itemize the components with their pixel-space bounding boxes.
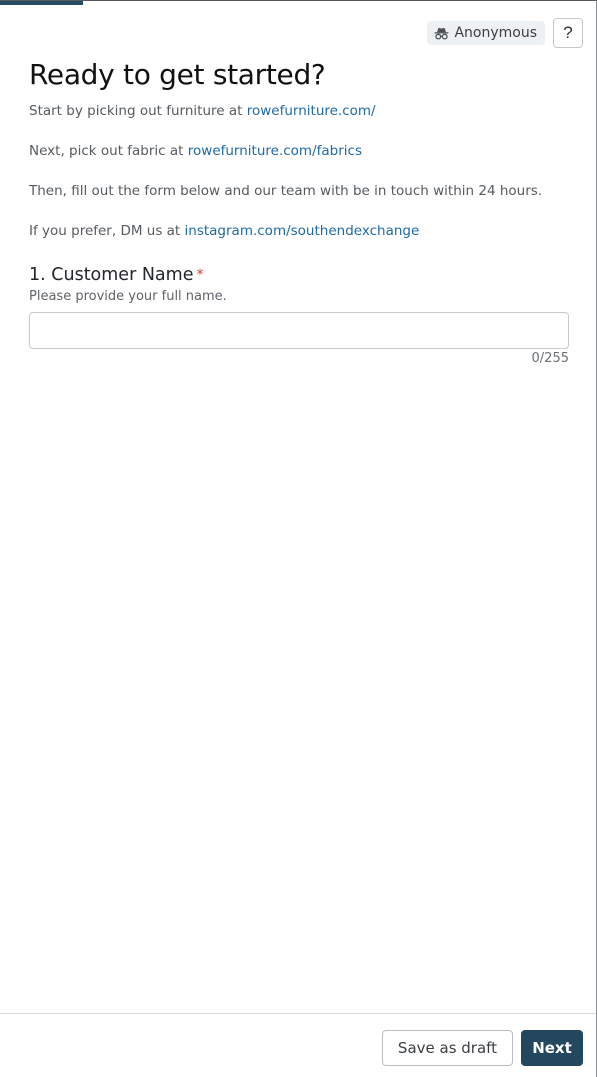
form-content: Ready to get started? Start by picking o… [29,57,569,366]
question-title-text: 1. Customer Name [29,265,194,285]
help-button[interactable]: ? [553,18,583,48]
required-marker: * [196,267,204,283]
page-title: Ready to get started? [29,58,326,91]
intro-line-text: Then, fill out the form below and our te… [29,183,543,199]
anonymous-badge: Anonymous [427,21,545,45]
top-toolbar: Anonymous ? [427,18,583,48]
progress-bar-fill [0,1,84,5]
fabrics-link[interactable]: rowefurniture.com/fabrics [188,143,362,159]
save-draft-button[interactable]: Save as draft [382,1030,513,1066]
form-window: Anonymous ? Ready to get started? Start … [0,0,597,1077]
incognito-icon [434,27,449,40]
question-help-text: Please provide your full name. [29,289,227,304]
question-title: 1. Customer Name * [29,263,569,287]
intro-line-fabric: Next, pick out fabric at rowefurniture.c… [29,141,569,181]
question-customer-name: 1. Customer Name * Please provide your fu… [29,263,569,366]
intro-text: Start by picking out furniture at rowefu… [29,101,569,241]
instagram-link[interactable]: instagram.com/southendexchange [185,223,420,239]
intro-line-text: Next, pick out fabric at [29,143,188,159]
footer-bar: Save as draft Next [0,1013,596,1077]
intro-line-instagram: If you prefer, DM us at instagram.com/so… [29,221,569,241]
customer-name-input[interactable] [29,312,569,349]
intro-line-form: Then, fill out the form below and our te… [29,181,569,221]
next-button[interactable]: Next [521,1030,583,1066]
intro-line-furniture: Start by picking out furniture at rowefu… [29,101,569,141]
anonymous-label: Anonymous [454,25,537,41]
character-counter: 0/255 [531,351,569,366]
intro-line-text: Start by picking out furniture at [29,103,247,119]
footer-actions: Save as draft Next [382,1030,583,1066]
progress-bar [0,1,596,5]
furniture-link[interactable]: rowefurniture.com/ [247,103,376,119]
intro-line-text: If you prefer, DM us at [29,223,185,239]
